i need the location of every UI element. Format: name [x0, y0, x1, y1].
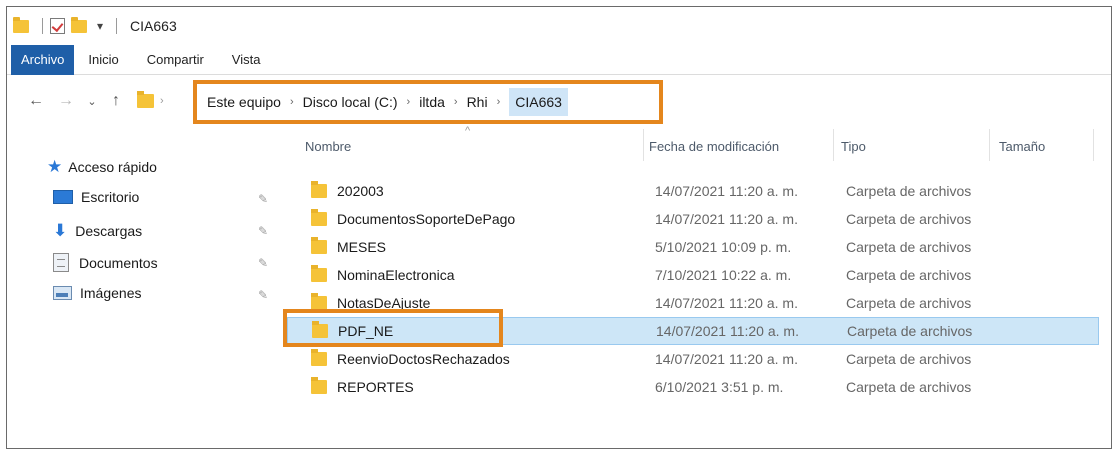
- file-type: Carpeta de archivos: [846, 295, 972, 311]
- column-divider[interactable]: [989, 129, 990, 161]
- file-name: REPORTES: [337, 379, 414, 395]
- explorer-window: ▾ CIA663 Archivo Inicio Compartir Vista …: [6, 6, 1112, 449]
- up-arrow-icon[interactable]: ↑: [105, 92, 127, 110]
- sidebar-item-label: Acceso rápido: [68, 159, 157, 175]
- pin-icon[interactable]: ✎: [258, 224, 268, 238]
- column-header-tipo[interactable]: Tipo: [841, 139, 866, 154]
- sidebar-item-label: Escritorio: [81, 189, 140, 205]
- star-icon: ★: [47, 157, 63, 176]
- sidebar-item-label: Imágenes: [80, 285, 142, 301]
- table-row[interactable]: 202003 14/07/2021 11:20 a. m. Carpeta de…: [287, 177, 1099, 205]
- forward-arrow-icon[interactable]: →: [55, 92, 77, 110]
- tab-compartir[interactable]: Compartir: [133, 45, 218, 75]
- sort-ascending-icon: ^: [465, 125, 471, 137]
- sidebar-item-documentos[interactable]: Documentos: [53, 253, 158, 272]
- folder-icon: [311, 237, 327, 254]
- folder-icon: [311, 293, 327, 310]
- file-name: DocumentosSoporteDePago: [337, 211, 516, 227]
- table-row[interactable]: MESES 5/10/2021 10:09 p. m. Carpeta de a…: [287, 233, 1099, 261]
- address-folder-icon: [137, 91, 154, 108]
- breadcrumb-iltda[interactable]: iltda: [419, 94, 445, 110]
- file-type: Carpeta de archivos: [846, 183, 972, 199]
- file-type: Carpeta de archivos: [846, 351, 972, 367]
- ribbon-tabs: Archivo Inicio Compartir Vista: [7, 44, 1111, 75]
- new-folder-icon[interactable]: [71, 16, 87, 33]
- sidebar-item-label: Documentos: [79, 254, 158, 271]
- file-type: Carpeta de archivos: [846, 267, 972, 283]
- divider: [116, 18, 118, 34]
- breadcrumb-separator-icon[interactable]: ›: [407, 96, 411, 108]
- column-header-fecha[interactable]: Fecha de modificación: [649, 139, 779, 154]
- sidebar-item-acceso-rapido[interactable]: ★ Acceso rápido: [47, 157, 157, 177]
- desktop-icon: [53, 190, 73, 204]
- file-date: 14/07/2021 11:20 a. m.: [655, 295, 798, 311]
- tab-vista[interactable]: Vista: [218, 45, 275, 75]
- file-type: Carpeta de archivos: [847, 323, 973, 339]
- column-divider[interactable]: [643, 129, 644, 161]
- file-name: MESES: [337, 239, 387, 255]
- sidebar-item-imagenes[interactable]: Imágenes: [53, 285, 141, 301]
- navigation-pane: ★ Acceso rápido Escritorio ✎ ⬇ Descargas…: [7, 135, 287, 448]
- table-row[interactable]: NominaElectronica 7/10/2021 10:22 a. m. …: [287, 261, 1099, 289]
- column-header-nombre[interactable]: Nombre: [305, 139, 351, 154]
- file-date: 14/07/2021 11:20 a. m.: [655, 351, 798, 367]
- column-divider[interactable]: [1093, 129, 1094, 161]
- file-date: 6/10/2021 3:51 p. m.: [655, 379, 784, 395]
- address-chevron-icon[interactable]: ›: [160, 95, 164, 107]
- table-row[interactable]: REPORTES 6/10/2021 3:51 p. m. Carpeta de…: [287, 373, 1099, 401]
- chevron-down-icon[interactable]: ▾: [97, 19, 103, 33]
- file-date: 5/10/2021 10:09 p. m.: [655, 239, 792, 255]
- file-date: 14/07/2021 11:20 a. m.: [656, 323, 799, 339]
- window-title: CIA663: [130, 18, 177, 34]
- column-divider[interactable]: [833, 129, 834, 161]
- column-header-tamano[interactable]: Tamaño: [999, 139, 1045, 154]
- pin-icon[interactable]: ✎: [258, 256, 268, 270]
- properties-icon[interactable]: [50, 18, 65, 34]
- recent-locations-chevron-icon[interactable]: ⌄: [81, 95, 103, 108]
- file-type: Carpeta de archivos: [846, 211, 972, 227]
- sidebar-item-escritorio[interactable]: Escritorio: [53, 189, 139, 205]
- back-arrow-icon[interactable]: ←: [25, 92, 47, 110]
- quick-access-toolbar: ▾: [13, 16, 124, 34]
- breadcrumb-disco-local[interactable]: Disco local (C:): [303, 94, 398, 110]
- breadcrumb-este-equipo[interactable]: Este equipo: [207, 94, 281, 110]
- tab-inicio[interactable]: Inicio: [74, 45, 132, 75]
- address-bar[interactable]: Este equipo › Disco local (C:) › iltda ›…: [193, 80, 663, 124]
- file-date: 14/07/2021 11:20 a. m.: [655, 211, 798, 227]
- file-list: ^ Nombre Fecha de modificación Tipo Tama…: [287, 125, 1111, 448]
- sidebar-item-label: Descargas: [75, 223, 143, 239]
- breadcrumb-separator-icon[interactable]: ›: [290, 96, 294, 108]
- breadcrumb-cia663[interactable]: CIA663: [509, 88, 568, 116]
- breadcrumb-rhi[interactable]: Rhi: [467, 94, 488, 110]
- navigation-bar: ← → ⌄ ↑ › Este equipo › Disco local (C:)…: [7, 77, 1111, 125]
- file-date: 7/10/2021 10:22 a. m.: [655, 267, 792, 283]
- pictures-icon: [53, 286, 72, 300]
- folder-icon: [311, 181, 327, 198]
- file-name: NominaElectronica: [337, 267, 455, 283]
- folder-icon: [311, 209, 327, 226]
- title-bar: ▾ CIA663: [7, 7, 1111, 45]
- table-row[interactable]: ReenvioDoctosRechazados 14/07/2021 11:20…: [287, 345, 1099, 373]
- sidebar-item-descargas[interactable]: ⬇ Descargas: [53, 221, 142, 241]
- file-type: Carpeta de archivos: [846, 239, 972, 255]
- breadcrumb-separator-icon[interactable]: ›: [497, 96, 501, 108]
- table-row[interactable]: DocumentosSoporteDePago 14/07/2021 11:20…: [287, 205, 1099, 233]
- download-icon: ⬇: [53, 221, 68, 240]
- file-type: Carpeta de archivos: [846, 379, 972, 395]
- folder-icon[interactable]: [13, 16, 29, 33]
- folder-icon: [311, 349, 327, 366]
- pin-icon[interactable]: ✎: [258, 288, 268, 302]
- pin-icon[interactable]: ✎: [258, 192, 268, 206]
- folder-icon: [311, 377, 327, 394]
- breadcrumb-separator-icon[interactable]: ›: [454, 96, 458, 108]
- file-name: 202003: [337, 183, 384, 199]
- file-name: ReenvioDoctosRechazados: [337, 351, 510, 367]
- tab-archivo[interactable]: Archivo: [11, 44, 75, 75]
- highlight-annotation: [283, 309, 503, 347]
- divider: [42, 18, 43, 34]
- documents-icon: [53, 253, 69, 272]
- folder-icon: [311, 265, 327, 282]
- file-date: 14/07/2021 11:20 a. m.: [655, 183, 798, 199]
